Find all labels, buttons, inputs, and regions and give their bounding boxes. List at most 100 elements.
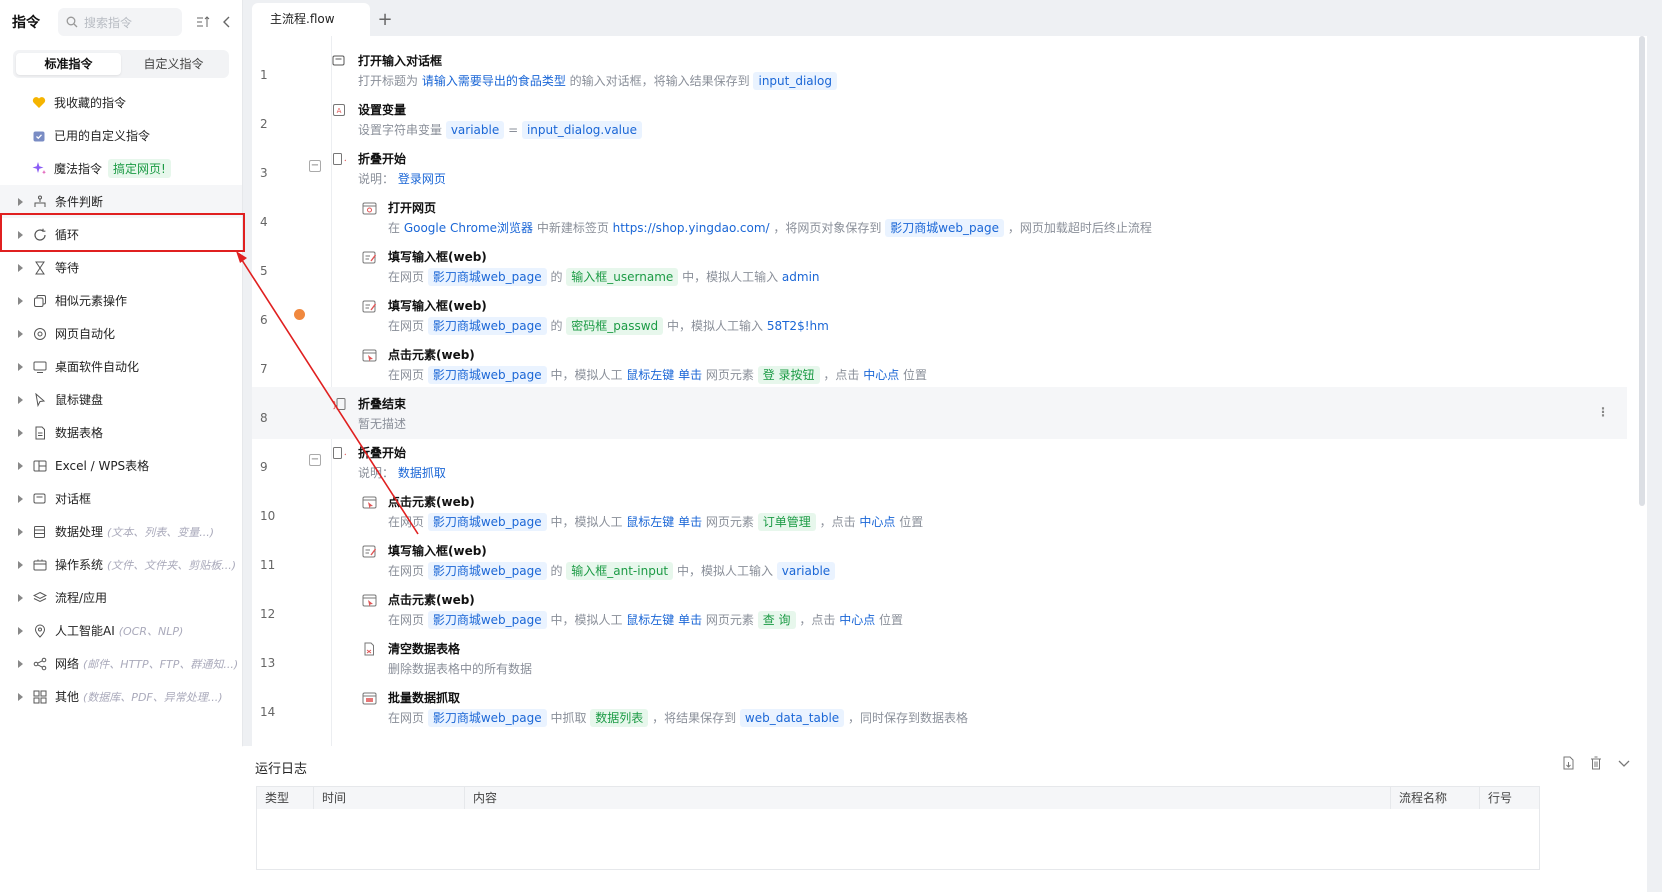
variable-chip[interactable]: 影刀商城web_page	[427, 513, 547, 531]
command-row[interactable]: 1 打开输入对话框 打开标题为 请输入需要导出的食品类型 的输入对话框，将输入结果保…	[252, 44, 1627, 96]
chevron-down-icon[interactable]	[1617, 756, 1631, 770]
search-input[interactable]: 搜索指令	[58, 8, 182, 36]
sort-icon[interactable]	[196, 15, 210, 29]
element-chip[interactable]: 密码框_passwd	[566, 317, 664, 335]
desc-text: ，点击	[795, 613, 840, 627]
line-number: 5	[260, 264, 268, 278]
category-item[interactable]: 鼠标键盘	[0, 383, 242, 416]
category-item[interactable]: 人工智能AI (OCR、NLP)	[0, 614, 242, 647]
command-row[interactable]: 9 − {折叠开始说明： 数据抓取	[252, 436, 1627, 488]
category-item[interactable]: 数据处理 (文本、列表、变量...)	[0, 515, 242, 548]
collapse-toggle-icon[interactable]: −	[309, 160, 321, 172]
collapse-toggle-icon[interactable]: −	[309, 454, 321, 466]
category-item[interactable]: 其他 (数据库、PDF、异常处理...)	[0, 680, 242, 713]
variable-chip[interactable]: 影刀商城web_page	[427, 366, 547, 384]
favorites-item[interactable]: 我收藏的指令	[0, 86, 242, 119]
expand-arrow-icon[interactable]	[18, 362, 23, 371]
category-label: 人工智能AI	[55, 624, 115, 638]
add-tab-button[interactable]: +	[370, 3, 400, 36]
expand-arrow-icon[interactable]	[18, 461, 23, 470]
expand-arrow-icon[interactable]	[18, 593, 23, 602]
delete-log-icon[interactable]	[1589, 756, 1603, 770]
element-chip[interactable]: 输入框_username	[566, 268, 679, 286]
category-item[interactable]: 等待	[0, 251, 242, 284]
column-type: 类型	[257, 787, 314, 809]
expand-arrow-icon[interactable]	[18, 263, 23, 272]
svg-text:{: {	[344, 450, 347, 460]
variable-chip[interactable]: web_data_table	[739, 709, 845, 727]
collapse-sidebar-icon[interactable]	[222, 15, 232, 29]
command-row[interactable]: 13 清空数据表格 删除数据表格中的所有数据	[252, 632, 1627, 684]
variable-chip[interactable]: 影刀商城web_page	[427, 268, 547, 286]
tab-main-flow[interactable]: 主流程.flow	[252, 3, 370, 36]
command-row[interactable]: 11 填写输入框(web) 在网页 影刀商城web_page 的 输入框_ant-i…	[252, 534, 1627, 586]
used-custom-item[interactable]: 已用的自定义指令	[0, 119, 242, 152]
ai-icon	[33, 624, 51, 638]
tab-standard-commands[interactable]: 标准指令	[16, 53, 121, 75]
expand-arrow-icon[interactable]	[18, 329, 23, 338]
editor-scrollbar[interactable]	[1639, 36, 1645, 506]
command-row[interactable]: 12 点击元素(web) 在网页 影刀商城web_page 中，模拟人工 鼠标左键 …	[252, 583, 1627, 635]
expand-arrow-icon[interactable]	[18, 560, 23, 569]
expand-arrow-icon[interactable]	[18, 230, 23, 239]
category-item[interactable]: 网页自动化	[0, 317, 242, 350]
element-chip[interactable]: 输入框_ant-input	[566, 562, 674, 580]
tab-custom-commands[interactable]: 自定义指令	[121, 53, 226, 75]
expand-arrow-icon[interactable]	[18, 428, 23, 437]
expand-arrow-icon[interactable]	[18, 395, 23, 404]
variable-chip[interactable]: input_dialog.value	[521, 121, 642, 139]
command-description: 说明： 数据抓取	[358, 462, 446, 484]
command-row[interactable]: 10 点击元素(web) 在网页 影刀商城web_page 中，模拟人工 鼠标左键 …	[252, 485, 1627, 537]
command-description: 设置字符串变量 variable = input_dialog.value	[358, 119, 642, 141]
category-item[interactable]: 循环	[0, 218, 242, 251]
expand-arrow-icon[interactable]	[18, 692, 23, 701]
variable-chip[interactable]: 影刀商城web_page	[885, 219, 1004, 237]
variable-chip[interactable]: variable	[445, 121, 505, 139]
category-label: 对话框	[55, 492, 92, 506]
variable-chip[interactable]: 影刀商城web_page	[427, 709, 547, 727]
element-chip[interactable]: 查 询	[757, 611, 796, 629]
variable-chip[interactable]: variable	[776, 562, 836, 580]
magic-command-item[interactable]: 魔法指令 搞定网页!	[0, 152, 242, 185]
expand-arrow-icon[interactable]	[18, 197, 23, 206]
command-title: 点击元素(web)	[388, 593, 475, 607]
command-row[interactable]: 2 A 设置变量 设置字符串变量 variable = input_dialog.va…	[252, 93, 1627, 145]
command-title: 填写输入框(web)	[388, 250, 487, 264]
command-row[interactable]: 14 批量数据抓取 在网页 影刀商城web_page 中抓取 数据列表 ，将结果保存…	[252, 681, 1627, 733]
command-row[interactable]: 8} 折叠结束 暂无描述 ⋮	[252, 387, 1627, 439]
more-options-icon[interactable]: ⋮	[1597, 405, 1609, 419]
element-chip[interactable]: 登 录按钮	[757, 366, 820, 384]
expand-arrow-icon[interactable]	[18, 659, 23, 668]
command-row[interactable]: 3 − {折叠开始说明： 登录网页	[252, 142, 1627, 194]
command-row[interactable]: 7 点击元素(web) 在网页 影刀商城web_page 中，模拟人工 鼠标左键 单…	[252, 338, 1627, 390]
category-item[interactable]: 对话框	[0, 482, 242, 515]
element-chip[interactable]: 数据列表	[590, 709, 649, 727]
element-chip[interactable]: 订单管理	[757, 513, 816, 531]
command-title: 折叠开始	[358, 446, 407, 460]
command-row[interactable]: 6 填写输入框(web) 在网页 影刀商城web_page 的 密码框_passwd…	[252, 289, 1627, 341]
category-item[interactable]: 网络 (邮件、HTTP、FTP、群通知...)	[0, 647, 242, 680]
category-item[interactable]: 流程/应用	[0, 581, 242, 614]
desc-text: =	[504, 123, 522, 137]
category-item[interactable]: 操作系统 (文件、文件夹、剪贴板...)	[0, 548, 242, 581]
expand-arrow-icon[interactable]	[18, 626, 23, 635]
variable-chip[interactable]: 影刀商城web_page	[427, 317, 547, 335]
category-item[interactable]: 数据表格	[0, 416, 242, 449]
expand-arrow-icon[interactable]	[18, 296, 23, 305]
param-value: 鼠标左键 单击	[626, 613, 703, 627]
variable-chip[interactable]: 影刀商城web_page	[427, 611, 547, 629]
category-item[interactable]: 相似元素操作	[0, 284, 242, 317]
expand-arrow-icon[interactable]	[18, 527, 23, 536]
variable-chip[interactable]: 影刀商城web_page	[427, 562, 547, 580]
expand-arrow-icon[interactable]	[18, 494, 23, 503]
category-item[interactable]: 条件判断	[0, 185, 242, 218]
export-log-icon[interactable]	[1561, 756, 1575, 770]
desc-text: 的输入对话框，将输入结果保存到	[565, 74, 754, 88]
command-row[interactable]: 4 打开网页在 Google Chrome浏览器 中新建标签页 https://s…	[252, 191, 1627, 243]
breakpoint-dot[interactable]	[294, 309, 305, 320]
variable-chip[interactable]: input_dialog	[753, 72, 837, 90]
category-item[interactable]: Excel / WPS表格	[0, 449, 242, 482]
command-row[interactable]: 5 填写输入框(web) 在网页 影刀商城web_page 的 输入框_userna…	[252, 240, 1627, 292]
desc-text: 中新建标签页	[533, 221, 613, 235]
category-item[interactable]: 桌面软件自动化	[0, 350, 242, 383]
